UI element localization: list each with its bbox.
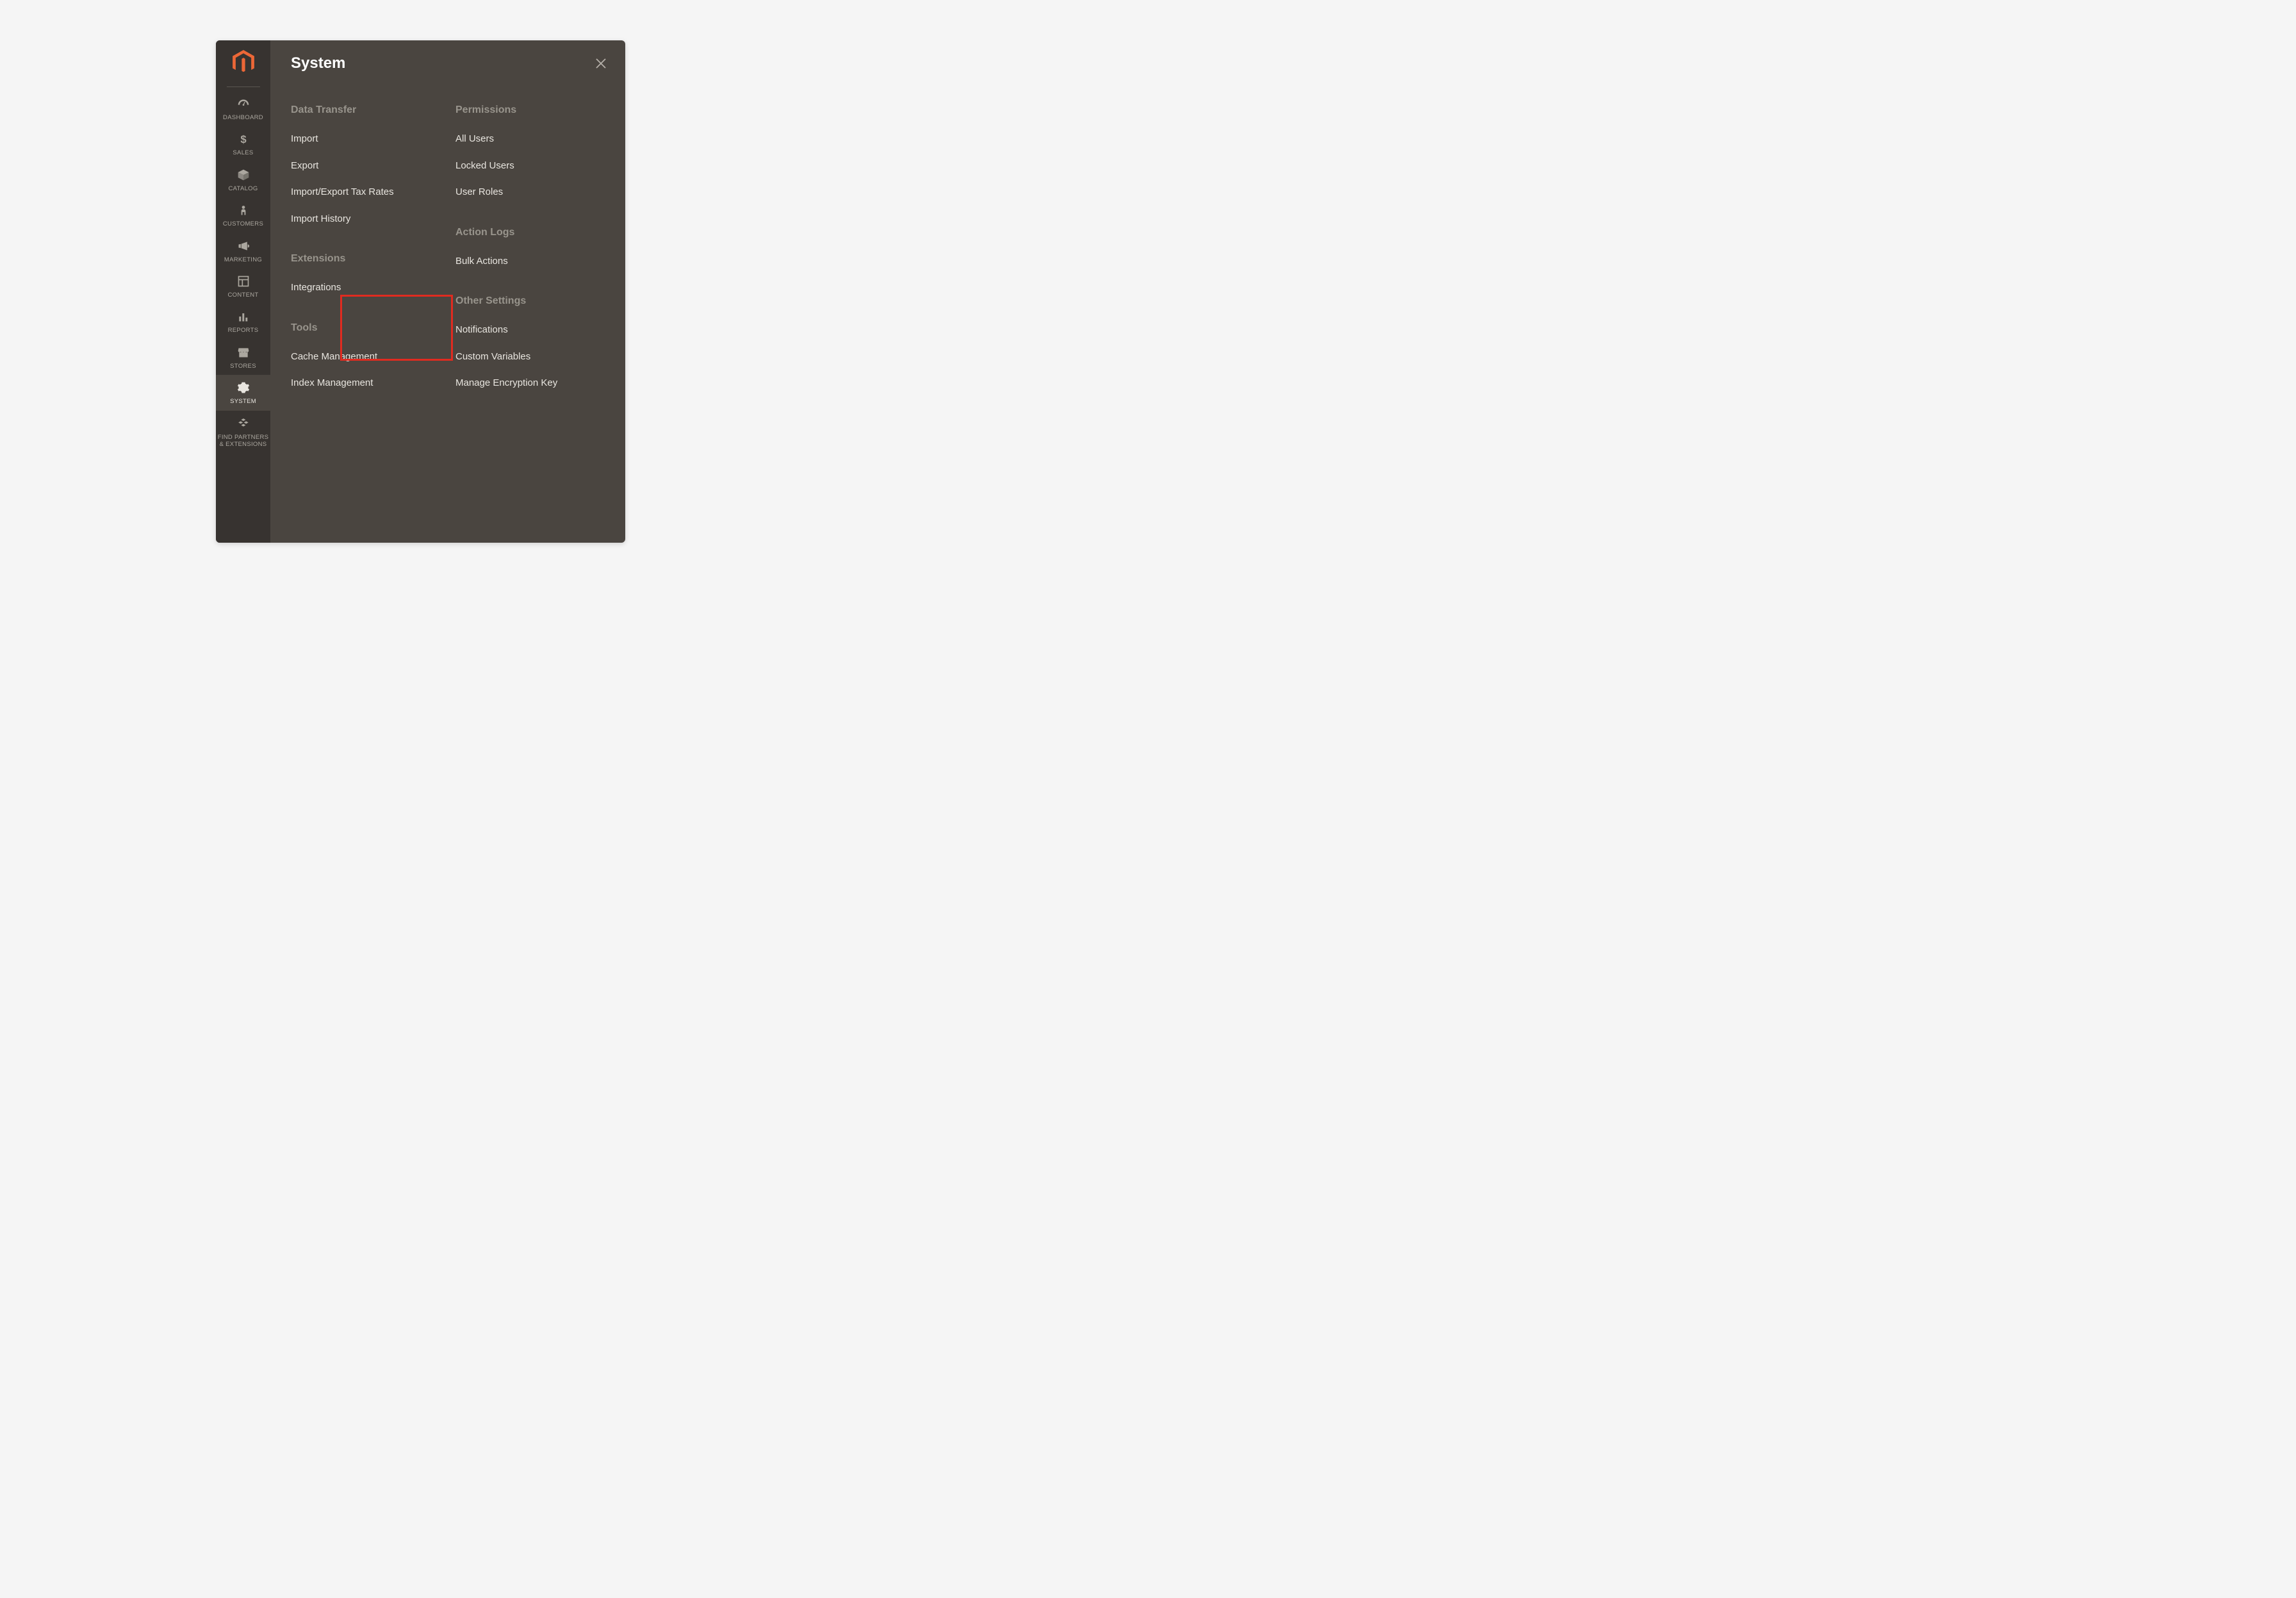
flyout-column-left: Data Transfer Import Export Import/Export T… <box>291 104 440 418</box>
flyout-column-right: Permissions All Users Locked Users User Rol… <box>455 104 605 418</box>
menu-link-import-export-tax-rates[interactable]: Import/Export Tax Rates <box>291 186 440 199</box>
sidebar-divider <box>227 86 260 87</box>
menu-link-integrations[interactable]: Integrations <box>291 281 440 294</box>
dollar-icon: $ <box>236 132 250 146</box>
sidebar-item-content[interactable]: CONTENT <box>216 268 270 304</box>
magento-logo-icon <box>232 49 255 75</box>
menu-section-title: Tools <box>291 322 440 334</box>
menu-link-bulk-actions[interactable]: Bulk Actions <box>455 255 605 268</box>
sidebar-item-reports[interactable]: REPORTS <box>216 304 270 339</box>
menu-link-import[interactable]: Import <box>291 133 440 145</box>
menu-section-title: Data Transfer <box>291 104 440 116</box>
menu-link-index-management[interactable]: Index Management <box>291 377 440 390</box>
menu-link-user-roles[interactable]: User Roles <box>455 186 605 199</box>
menu-link-locked-users[interactable]: Locked Users <box>455 160 605 172</box>
sidebar-item-label: FIND PARTNERS & EXTENSIONS <box>216 434 270 449</box>
menu-section: Other Settings Notifications Custom Variab… <box>455 295 605 390</box>
menu-link-export[interactable]: Export <box>291 160 440 172</box>
sidebar-item-label: REPORTS <box>227 327 260 334</box>
sidebar-item-label: CATALOG <box>227 185 259 192</box>
svg-text:$: $ <box>240 133 247 145</box>
sidebar-item-label: MARKETING <box>223 256 263 263</box>
close-button[interactable] <box>594 57 607 70</box>
layout-icon <box>236 274 250 288</box>
sidebar-item-label: SALES <box>231 149 254 156</box>
dashboard-icon <box>236 97 250 111</box>
sidebar-item-customers[interactable]: CUSTOMERS <box>216 197 270 233</box>
bars-icon <box>236 309 250 324</box>
sidebar-item-marketing[interactable]: MARKETING <box>216 233 270 268</box>
menu-link-custom-variables[interactable]: Custom Variables <box>455 350 605 363</box>
menu-link-all-users[interactable]: All Users <box>455 133 605 145</box>
sidebar-item-find-partners-extensions[interactable]: FIND PARTNERS & EXTENSIONS <box>216 411 270 454</box>
system-flyout-panel: DASHBOARD $ SALES CATALOG CUSTOMERS MARKETING… <box>216 40 625 543</box>
sidebar-item-sales[interactable]: $ SALES <box>216 126 270 161</box>
menu-section: Extensions Integrations <box>291 253 440 294</box>
menu-link-import-history[interactable]: Import History <box>291 213 440 226</box>
sidebar-item-dashboard[interactable]: DASHBOARD <box>216 91 270 126</box>
menu-section-title: Other Settings <box>455 295 605 307</box>
menu-section-title: Extensions <box>291 253 440 265</box>
megaphone-icon <box>236 239 250 253</box>
blocks-icon <box>236 416 250 431</box>
menu-section: Tools Cache Management Index Management <box>291 322 440 390</box>
flyout-content: System Data Transfer Import Export Import/E… <box>270 40 625 543</box>
menu-section-title: Permissions <box>455 104 605 116</box>
sidebar-item-label: CUSTOMERS <box>222 220 265 227</box>
sidebar-item-label: CONTENT <box>226 292 259 299</box>
sidebar-item-stores[interactable]: STORES <box>216 340 270 375</box>
person-icon <box>236 203 250 217</box>
menu-section: Data Transfer Import Export Import/Export T… <box>291 104 440 225</box>
menu-section-title: Action Logs <box>455 227 605 238</box>
sidebar-item-system[interactable]: SYSTEM <box>216 375 270 410</box>
menu-section: Permissions All Users Locked Users User Rol… <box>455 104 605 199</box>
sidebar-item-label: SYSTEM <box>229 398 258 405</box>
menu-link-notifications[interactable]: Notifications <box>455 324 605 336</box>
box-icon <box>236 168 250 182</box>
menu-section: Action Logs Bulk Actions <box>455 227 605 268</box>
sidebar-item-label: STORES <box>229 363 258 370</box>
sidebar-item-label: DASHBOARD <box>222 114 265 121</box>
sidebar-item-catalog[interactable]: CATALOG <box>216 162 270 197</box>
menu-link-cache-management[interactable]: Cache Management <box>291 350 440 363</box>
flyout-title: System <box>291 54 605 72</box>
admin-sidebar: DASHBOARD $ SALES CATALOG CUSTOMERS MARKETING… <box>216 40 270 543</box>
store-icon <box>236 345 250 359</box>
menu-link-manage-encryption-key[interactable]: Manage Encryption Key <box>455 377 605 390</box>
gear-icon <box>236 381 250 395</box>
